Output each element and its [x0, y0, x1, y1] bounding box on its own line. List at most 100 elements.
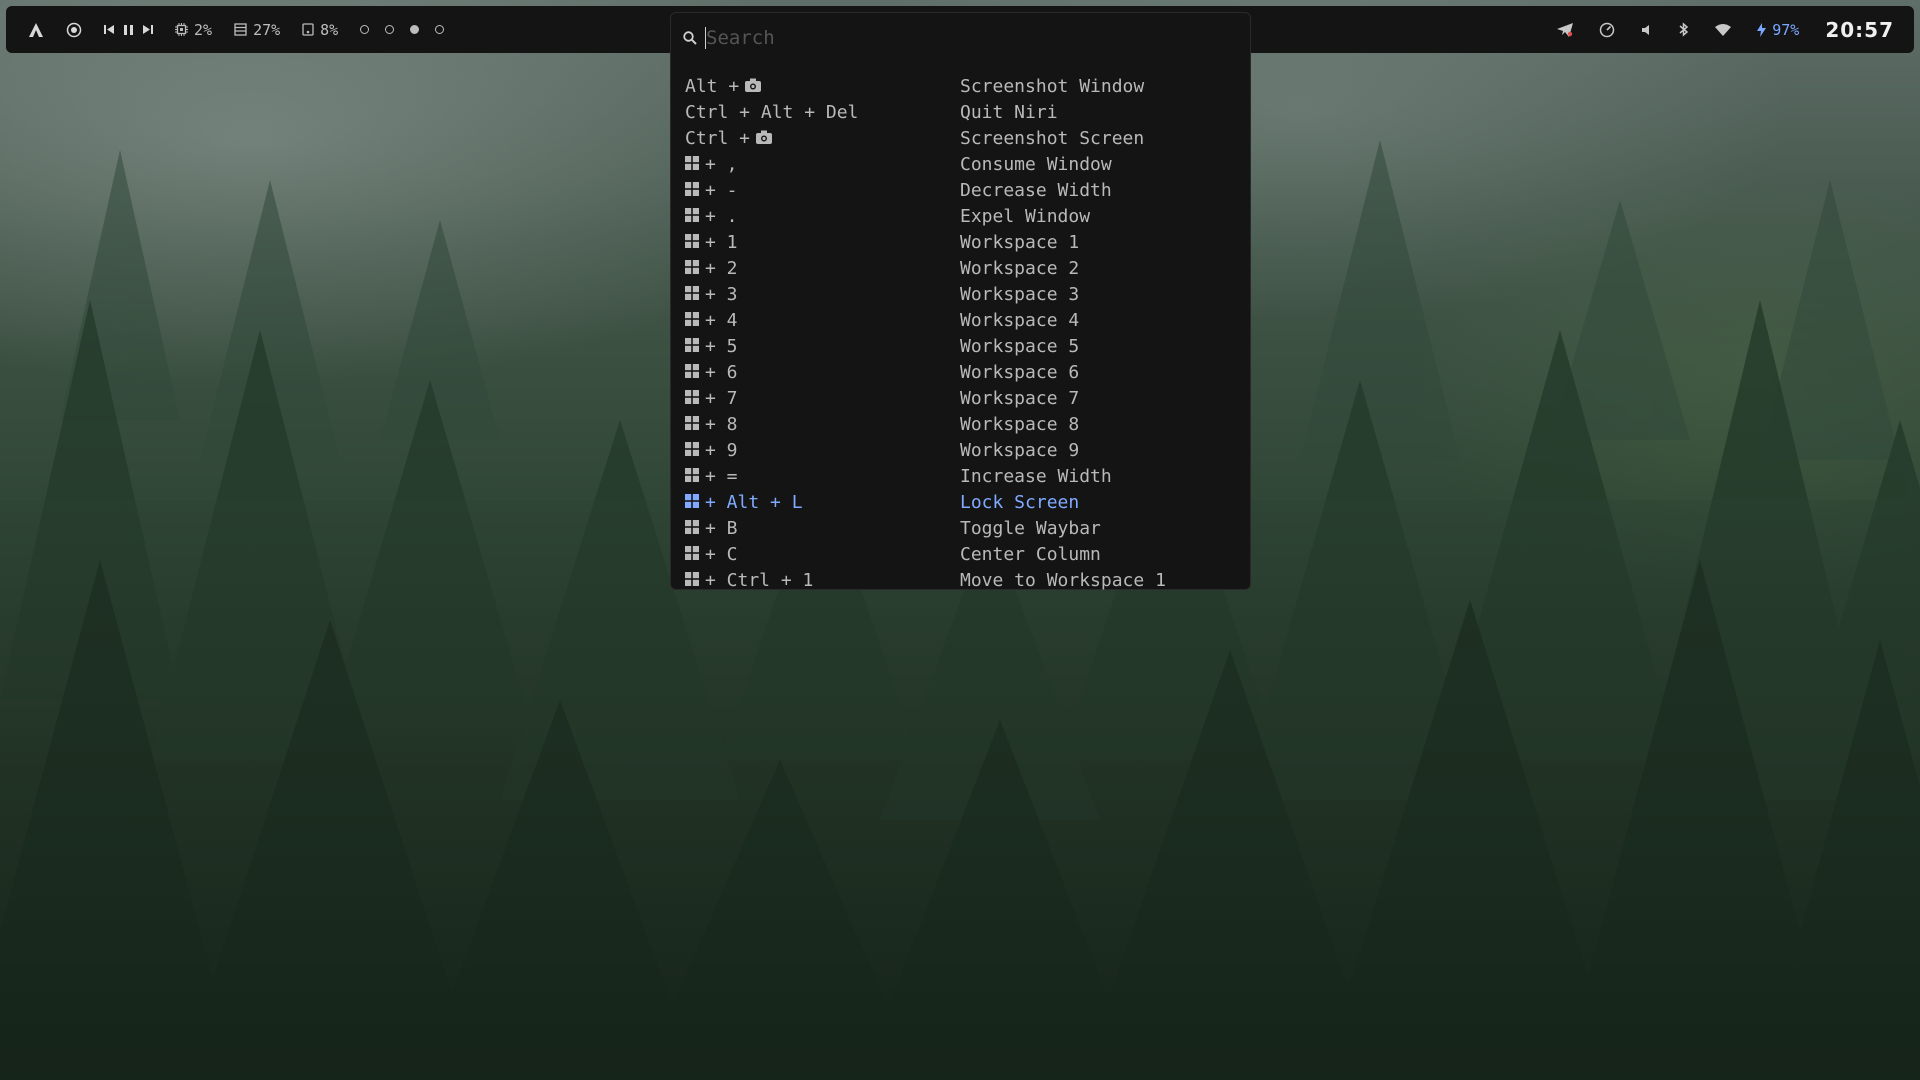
super-key-icon	[685, 414, 699, 435]
next-track-icon[interactable]	[142, 24, 153, 35]
battery-value: 97%	[1772, 20, 1800, 39]
keybind-row[interactable]: + , Consume Window	[685, 151, 1166, 177]
keybind-keys: + 1	[685, 232, 960, 253]
keybind-keys-text: + C	[705, 543, 738, 565]
keybind-row[interactable]: + B Toggle Waybar	[685, 515, 1166, 541]
super-key-icon	[685, 336, 699, 357]
keybind-description: Decrease Width	[960, 179, 1112, 201]
bar-right-section: 97% 20:57	[1531, 18, 1894, 42]
keybind-keys-text: + Ctrl + 1	[705, 569, 814, 591]
keybind-keys: Ctrl +	[685, 128, 960, 149]
bar-left-section: 2% 27% 8%	[28, 21, 466, 39]
pause-icon[interactable]	[123, 24, 134, 36]
super-key-icon	[685, 232, 699, 253]
keybind-keys-text: + 9	[705, 439, 738, 461]
workspace-dot-2[interactable]	[385, 25, 395, 34]
keybind-row[interactable]: + C Center Column	[685, 541, 1166, 567]
memory-value: 27%	[253, 20, 281, 39]
search-input[interactable]	[705, 27, 1226, 49]
keybind-row[interactable]: Ctrl + Alt + Del Quit Niri	[685, 99, 1166, 125]
workspace-dot-1[interactable]	[360, 25, 370, 34]
keybind-row[interactable]: + Alt + L Lock Screen	[685, 489, 1166, 515]
print-screen-key-icon	[745, 76, 762, 97]
keybind-keys-text: + Alt + L	[705, 491, 803, 513]
keybind-keys: + Ctrl + 1	[685, 570, 960, 591]
keybind-description: Center Column	[960, 543, 1101, 565]
cpu-usage[interactable]: 2%	[175, 21, 212, 39]
keybind-row[interactable]: + Ctrl + 1 Move to Workspace 1	[685, 567, 1166, 593]
keybind-keys: Ctrl + Alt + Del	[685, 102, 960, 123]
keybind-keys: + -	[685, 180, 960, 201]
keybind-description: Workspace 2	[960, 257, 1080, 279]
keybind-keys: + Alt + L	[685, 492, 960, 513]
print-screen-key-icon	[756, 128, 773, 149]
keybind-description: Workspace 5	[960, 335, 1080, 357]
keybind-row[interactable]: + 3 Workspace 3	[685, 281, 1166, 307]
keybind-keys: + 4	[685, 310, 960, 331]
keybind-keys-text: + 7	[705, 387, 738, 409]
keybind-keys-text: Ctrl + Alt + Del	[685, 101, 859, 123]
keybind-keys-text: + 2	[705, 257, 738, 279]
keybind-row[interactable]: + . Expel Window	[685, 203, 1166, 229]
search-bar	[683, 25, 1226, 51]
battery-status[interactable]: 97%	[1757, 21, 1799, 39]
super-key-icon	[685, 362, 699, 383]
keybind-row[interactable]: + - Decrease Width	[685, 177, 1166, 203]
workspace-dot-3[interactable]	[410, 25, 420, 34]
keybind-row[interactable]: + = Increase Width	[685, 463, 1166, 489]
keybind-description: Workspace 7	[960, 387, 1080, 409]
keybind-keys: + 7	[685, 388, 960, 409]
keybind-description: Lock Screen	[960, 491, 1080, 513]
volume-icon[interactable]	[1641, 24, 1653, 36]
distro-logo-icon[interactable]	[28, 22, 44, 38]
wifi-icon[interactable]	[1715, 23, 1732, 36]
clock[interactable]: 20:57	[1825, 18, 1894, 42]
keybind-keys: + C	[685, 544, 960, 565]
keybind-row[interactable]: Alt + Screenshot Window	[685, 73, 1166, 99]
disk-icon	[302, 23, 314, 36]
keybind-keys-text: + 5	[705, 335, 738, 357]
telegram-icon[interactable]	[1557, 22, 1574, 37]
keybind-description: Expel Window	[960, 205, 1091, 227]
keybind-launcher: Alt + Screenshot Window Ctrl + Alt + Del Qu…	[670, 12, 1251, 593]
keybind-row[interactable]: Ctrl + Screenshot Screen	[685, 125, 1166, 151]
super-key-icon	[685, 440, 699, 461]
keybind-keys-text: + 8	[705, 413, 738, 435]
cpu-value: 2%	[194, 20, 213, 39]
keybind-row[interactable]: + 7 Workspace 7	[685, 385, 1166, 411]
previous-track-icon[interactable]	[104, 24, 115, 35]
bluetooth-icon[interactable]	[1679, 22, 1689, 37]
super-key-icon	[685, 154, 699, 175]
keybind-keys-text: Ctrl +	[685, 127, 751, 149]
disk-usage[interactable]: 8%	[302, 21, 338, 39]
super-key-icon	[685, 310, 699, 331]
keybind-row[interactable]: + 6 Workspace 6	[685, 359, 1166, 385]
keybind-description: Consume Window	[960, 153, 1112, 175]
keybind-row[interactable]: + 8 Workspace 8	[685, 411, 1166, 437]
workspace-dot-4[interactable]	[435, 25, 445, 34]
super-key-icon	[685, 518, 699, 539]
super-key-icon	[685, 466, 699, 487]
keybind-keys-text: + -	[705, 179, 738, 201]
speedometer-icon[interactable]	[1599, 22, 1615, 38]
keybind-keys: + =	[685, 466, 960, 487]
keybind-row[interactable]: + 2 Workspace 2	[685, 255, 1166, 281]
super-key-icon	[685, 570, 699, 591]
keybind-description: Increase Width	[960, 465, 1112, 487]
keybind-row[interactable]: + 1 Workspace 1	[685, 229, 1166, 255]
keybind-row[interactable]: + 5 Workspace 5	[685, 333, 1166, 359]
keybind-keys: + 6	[685, 362, 960, 383]
keybind-keys: + 9	[685, 440, 960, 461]
memory-usage[interactable]: 27%	[234, 21, 280, 39]
super-key-icon	[685, 492, 699, 513]
music-player-icon[interactable]	[66, 22, 82, 38]
keybind-keys-text: + 6	[705, 361, 738, 383]
keybind-description: Screenshot Window	[960, 75, 1145, 97]
cpu-icon	[175, 23, 188, 36]
keybind-keys: + 2	[685, 258, 960, 279]
keybind-description: Workspace 8	[960, 413, 1080, 435]
keybind-row[interactable]: + 4 Workspace 4	[685, 307, 1166, 333]
keybind-keys: + 5	[685, 336, 960, 357]
keybind-row[interactable]: + 9 Workspace 9	[685, 437, 1166, 463]
keybind-description: Screenshot Screen	[960, 127, 1145, 149]
